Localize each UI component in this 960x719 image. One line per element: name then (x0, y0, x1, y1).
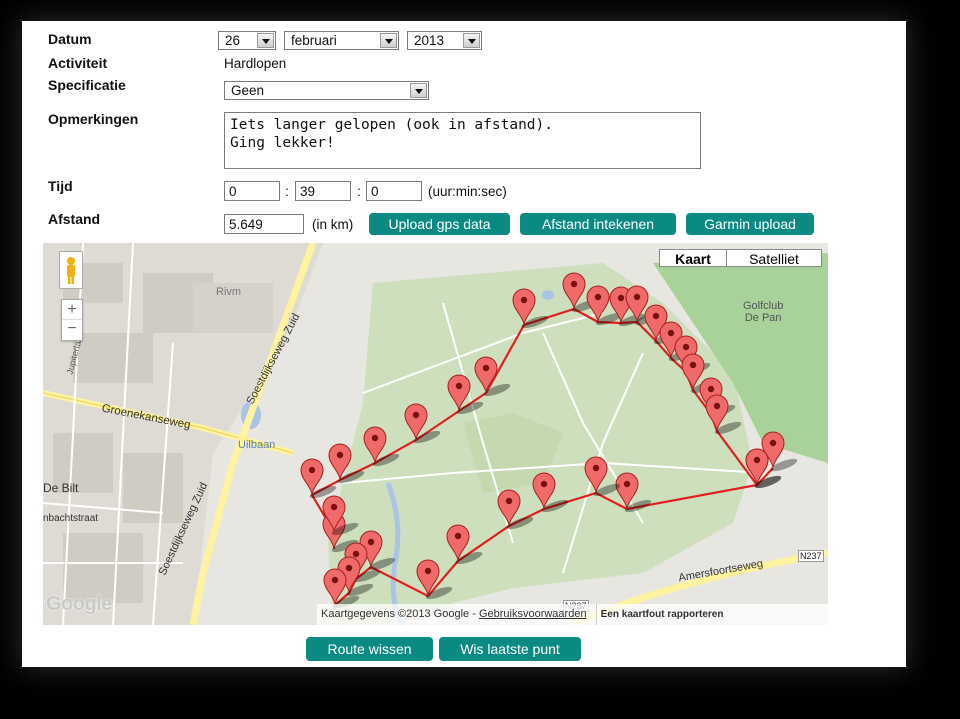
chevron-down-icon (380, 33, 397, 48)
map-label-uilbaan: Uilbaan (238, 439, 276, 451)
route-marker-pin-icon[interactable] (322, 567, 360, 609)
chevron-down-icon (257, 33, 274, 48)
afstand-label: Afstand (48, 211, 101, 227)
opmerkingen-label: Opmerkingen (48, 111, 139, 127)
map-type-kaart-button[interactable]: Kaart (659, 249, 727, 267)
map-copyright: Kaartgegevens ©2013 Google - (321, 608, 476, 620)
wis-laatste-punt-button[interactable]: Wis laatste punt (439, 637, 581, 661)
tijd-seconds-input[interactable] (366, 181, 422, 201)
route-marker-pin-icon[interactable] (445, 523, 483, 565)
zoom-out-button[interactable]: − (62, 320, 82, 339)
terms-link[interactable]: Gebruiksvoorwaarden (479, 608, 587, 620)
map-label-de-bilt: De Bilt (43, 481, 79, 495)
zoom-control: + − (61, 299, 83, 341)
tijd-minutes-input[interactable] (295, 181, 351, 201)
route-marker-pin-icon[interactable] (531, 471, 569, 513)
month-select[interactable]: februari (284, 31, 399, 50)
afstand-input[interactable] (224, 214, 304, 234)
map-label-rivm: Rivm (216, 286, 242, 298)
map-label-golfclub: Golfclub De Pan (743, 300, 784, 324)
chevron-down-icon (410, 83, 427, 98)
google-logo: Google (46, 593, 112, 615)
zoom-in-button[interactable]: + (62, 300, 82, 320)
route-marker-pin-icon[interactable] (744, 447, 782, 489)
route-marker-pin-icon[interactable] (704, 393, 742, 435)
day-select[interactable]: 26 (218, 31, 276, 50)
map-label-n237-a: N237 (798, 550, 824, 562)
route-marker-pin-icon[interactable] (614, 471, 652, 513)
route-marker-pin-icon[interactable] (496, 488, 534, 530)
route-marker-pin-icon[interactable] (327, 442, 365, 484)
day-value: 26 (225, 33, 241, 48)
run-entry-form: Datum 26 februari 2013 Activiteit Hardlo… (22, 21, 906, 667)
route-map[interactable]: Rivm Golfclub De Pan Groenekanseweg Soes… (43, 243, 828, 625)
route-marker-pin-icon[interactable] (321, 494, 359, 536)
route-wissen-button[interactable]: Route wissen (306, 637, 433, 661)
report-map-error-link[interactable]: Een kaartfout rapporteren (595, 604, 728, 625)
tijd-label: Tijd (48, 178, 73, 194)
upload-gps-button[interactable]: Upload gps data (369, 213, 510, 235)
route-marker-pin-icon[interactable] (362, 425, 400, 467)
map-type-satelliet-button[interactable]: Satelliet (726, 249, 822, 267)
route-marker-pin-icon[interactable] (473, 355, 511, 397)
afstand-unit: (in km) (312, 217, 354, 232)
route-marker-pin-icon[interactable] (446, 373, 484, 415)
route-marker-pin-icon[interactable] (511, 287, 549, 329)
tijd-hours-input[interactable] (224, 181, 280, 201)
specificatie-value: Geen (231, 83, 265, 98)
activiteit-label: Activiteit (48, 55, 108, 71)
afstand-intekenen-button[interactable]: Afstand intekenen (520, 213, 676, 235)
year-value: 2013 (414, 33, 445, 48)
route-marker-pin-icon[interactable] (299, 457, 337, 499)
tijd-separator: : (357, 183, 361, 199)
opmerkingen-textarea[interactable] (224, 112, 701, 169)
garmin-upload-button[interactable]: Garmin upload (686, 213, 814, 235)
specificatie-label: Specificatie (48, 77, 126, 93)
route-marker-pin-icon[interactable] (583, 455, 621, 497)
month-value: februari (291, 33, 337, 48)
map-label-street: nbachtstraat (43, 513, 99, 524)
route-marker-pin-icon[interactable] (403, 402, 441, 444)
activiteit-value: Hardlopen (224, 56, 287, 71)
year-select[interactable]: 2013 (407, 31, 482, 50)
specificatie-select[interactable]: Geen (224, 81, 429, 100)
datum-label: Datum (48, 31, 92, 47)
chevron-down-icon (463, 33, 480, 48)
tijd-separator: : (285, 183, 289, 199)
route-marker-pin-icon[interactable] (415, 558, 453, 600)
route-marker-pin-icon[interactable] (561, 271, 599, 313)
tijd-unit: (uur:min:sec) (428, 184, 507, 199)
map-attribution: Kaartgegevens ©2013 Google - Gebruiksvoo… (317, 604, 828, 625)
street-view-pegman-icon[interactable] (59, 251, 83, 289)
